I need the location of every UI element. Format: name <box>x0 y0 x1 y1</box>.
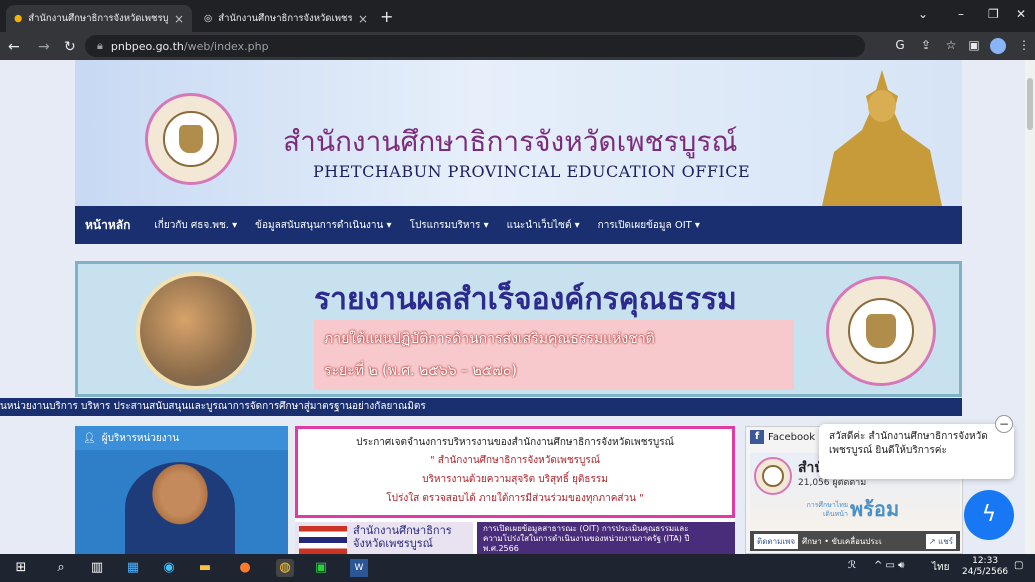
user-icon: 👤︎ <box>83 432 96 444</box>
bookmark-star-icon[interactable]: ☆ <box>943 38 959 54</box>
office-card-text: สำนักงานศึกษาธิการ จังหวัดเพชรบูรณ์ <box>353 524 452 550</box>
monk-photo <box>136 272 256 390</box>
share-icon[interactable]: ⇪ <box>918 38 934 54</box>
tab-title: สำนักงานศึกษาธิการจังหวัดเพชรบูรณ์ <box>218 13 352 24</box>
clock-date: 24/5/2566 <box>962 567 1009 577</box>
lock-icon: 🔒︎ <box>97 39 103 52</box>
fb-action-bar: ติดตามเพจ ศึกษา • ขับเคลื่อนประเ ↗ แชร์ <box>750 531 960 551</box>
menu-kebab-icon[interactable]: ⋮ <box>1016 38 1032 54</box>
banner-seal-logo <box>826 276 936 386</box>
oit-card[interactable]: การเปิดเผยข้อมูลสาธารณะ (OIT) การประเมิน… <box>477 522 735 554</box>
menu-oit[interactable]: การเปิดเผยข้อมูล OIT ▾ <box>598 218 700 233</box>
search-icon[interactable]: ⌕ <box>52 559 70 577</box>
banner-subtitle-box: ภายใต้แผนปฏิบัติการด้านการส่งเสริมคุณธรร… <box>314 320 794 390</box>
executive-panel-title: ผู้บริหารหน่วยงาน <box>101 432 180 444</box>
input-language[interactable]: ไทย <box>932 560 949 575</box>
url-field[interactable]: 🔒︎ pnbpeo.go.th /web/index.php <box>85 35 865 57</box>
fb-follow-button[interactable]: ติดตามเพจ <box>754 533 799 549</box>
fb-caption: ศึกษา • ขับเคลื่อนประเ <box>802 536 882 546</box>
url-path: /web/index.php <box>183 39 269 53</box>
new-tab-button[interactable]: + <box>380 7 393 26</box>
tab-title: สำนักงานศึกษาธิการจังหวัดเพชรบูรณ์ <box>28 13 168 24</box>
browser-tab-2[interactable]: ◎ สำนักงานศึกษาธิการจังหวัดเพชรบูรณ์ × <box>196 5 376 32</box>
fb-share-button[interactable]: ↗ แชร์ <box>925 533 956 549</box>
site-title-thai: สำนักงานศึกษาธิการจังหวัดเพชรบูรณ์ <box>283 125 738 158</box>
news-ticker: นหน่วยงานบริการ บริหาร ประสานสนับสนุนและ… <box>0 398 962 416</box>
menu-recommended-sites[interactable]: แนะนำเว็บไซต์ ▾ <box>507 218 580 233</box>
main-menu: หน้าหลัก เกี่ยวกับ ศธจ.พช. ▾ ข้อมูลสนับส… <box>75 206 962 244</box>
task-view-icon[interactable]: ▥ <box>88 559 106 577</box>
web-page: สำนักงานศึกษาธิการจังหวัดเพชรบูรณ์ PHETC… <box>0 60 1025 554</box>
buddha-statue-image <box>822 70 942 206</box>
announcement-area: ประกาศเจตจำนงการบริหารงานของสำนักงานศึกษ… <box>295 426 735 554</box>
announcement-line-2: " สำนักงานศึกษาธิการจังหวัดเพชรบูรณ์ <box>429 455 601 466</box>
browser-tabbar: ● สำนักงานศึกษาธิการจังหวัดเพชรบูรณ์ × ◎… <box>0 0 1035 32</box>
chat-close-button[interactable]: − <box>995 415 1013 433</box>
browser-tab-1[interactable]: ● สำนักงานศึกษาธิการจังหวัดเพชรบูรณ์ × <box>6 5 192 32</box>
executive-photo <box>125 462 235 554</box>
banner-subtitle-2: ระยะที่ ๒ (พ.ศ. ๒๕๖๖ – ๒๕๗๐) <box>324 363 517 379</box>
messenger-icon[interactable]: ϟ <box>964 490 1014 540</box>
windows-taskbar: ⊞ ⌕ ▥ ▦ ◉ ▬ ● ◍ ▣ W ℛ ^ ▭ 🔊︎ ไทย 12:33 2… <box>0 554 1035 582</box>
announcement-line-1: ประกาศเจตจำนงการบริหารงานของสำนักงานศึกษ… <box>356 437 674 448</box>
education-seal-logo[interactable] <box>145 93 237 185</box>
site-header: สำนักงานศึกษาธิการจังหวัดเพชรบูรณ์ PHETC… <box>75 60 962 206</box>
profile-avatar[interactable] <box>990 38 1006 54</box>
reload-icon[interactable]: ↻ <box>64 39 76 55</box>
line-icon[interactable]: ▣ <box>312 559 330 577</box>
chat-greeting-popup[interactable]: สวัสดีค่ะ สำนักงานศึกษาธิการจังหวัดเพชรบ… <box>819 424 1014 479</box>
people-icon[interactable]: ℛ <box>848 560 856 571</box>
windows-start-icon[interactable]: ⊞ <box>12 559 30 577</box>
store-icon[interactable]: ▦ <box>124 559 142 577</box>
menu-home[interactable]: หน้าหลัก <box>85 216 130 235</box>
facebook-header: Facebook <box>768 431 815 443</box>
file-explorer-icon[interactable]: ▬ <box>196 559 214 577</box>
menu-about[interactable]: เกี่ยวกับ ศธจ.พช. ▾ <box>154 218 237 233</box>
sidepanel-icon[interactable]: ▣ <box>966 38 982 54</box>
close-tab-icon[interactable]: × <box>358 12 368 26</box>
forward-icon[interactable]: → <box>38 39 50 55</box>
notification-icon[interactable]: ▢ <box>1014 560 1023 571</box>
announcement-line-3: บริหารงานด้วยความสุจริต บริสุทธิ์ ยุติธร… <box>422 474 608 485</box>
address-bar-row: ← → ↻ 🔒︎ pnbpeo.go.th /web/index.php G ⇪… <box>0 32 1035 60</box>
integrity-announcement[interactable]: ประกาศเจตจำนงการบริหารงานของสำนักงานศึกษ… <box>295 426 735 518</box>
google-icon[interactable]: G <box>892 38 908 54</box>
announcement-line-4: โปร่งใส ตรวจสอบได้ ภายใต้การมีส่วนร่วมขอ… <box>386 493 644 504</box>
scrollbar-thumb[interactable] <box>1027 78 1033 130</box>
site-title-english: PHETCHABUN PROVINCIAL EDUCATION OFFICE <box>313 162 751 181</box>
banner-title: รายงานผลสำเร็จองค์กรคุณธรรม <box>314 282 737 317</box>
tray-icons[interactable]: ^ ▭ 🔊︎ <box>874 560 905 571</box>
fb-cover-caption: การศึกษาไทย เดินหน้า <box>806 501 848 518</box>
chrome-icon[interactable]: ◍ <box>276 559 294 577</box>
close-window-icon[interactable]: ✕ <box>1016 7 1026 21</box>
fb-cover-text: พร้อม <box>850 497 900 521</box>
tab-search-icon[interactable]: ⌄ <box>918 7 928 21</box>
url-host: pnbpeo.go.th <box>110 39 184 53</box>
favicon-icon: ● <box>14 13 23 24</box>
clock-time: 12:33 <box>972 556 999 566</box>
menu-support-data[interactable]: ข้อมูลสนับสนุนการดำเนินงาน ▾ <box>255 218 391 233</box>
firefox-icon[interactable]: ● <box>236 559 254 577</box>
globe-icon: ◎ <box>204 13 213 24</box>
minimize-icon[interactable]: – <box>958 7 964 21</box>
close-tab-icon[interactable]: × <box>174 12 184 26</box>
clock[interactable]: 12:33 24/5/2566 <box>962 556 1008 578</box>
office-card[interactable]: สำนักงานศึกษาธิการ จังหวัดเพชรบูรณ์ <box>295 522 473 554</box>
ethics-report-banner[interactable]: รายงานผลสำเร็จองค์กรคุณธรรม ภายใต้แผนปฏิ… <box>75 261 962 397</box>
executive-panel: 👤︎ ผู้บริหารหน่วยงาน <box>75 426 288 554</box>
restore-icon[interactable]: ❐ <box>988 7 999 21</box>
word-icon[interactable]: W <box>350 559 368 577</box>
facebook-icon: f <box>750 430 764 444</box>
fb-page-logo <box>754 457 792 495</box>
edge-icon[interactable]: ◉ <box>160 559 178 577</box>
menu-admin-programs[interactable]: โปรแกรมบริหาร ▾ <box>410 218 489 233</box>
thai-flag-icon <box>299 526 347 554</box>
banner-subtitle-1: ภายใต้แผนปฏิบัติการด้านการส่งเสริมคุณธรร… <box>324 331 655 347</box>
back-icon[interactable]: ← <box>8 39 20 55</box>
page-scrollbar[interactable] <box>1025 60 1035 554</box>
